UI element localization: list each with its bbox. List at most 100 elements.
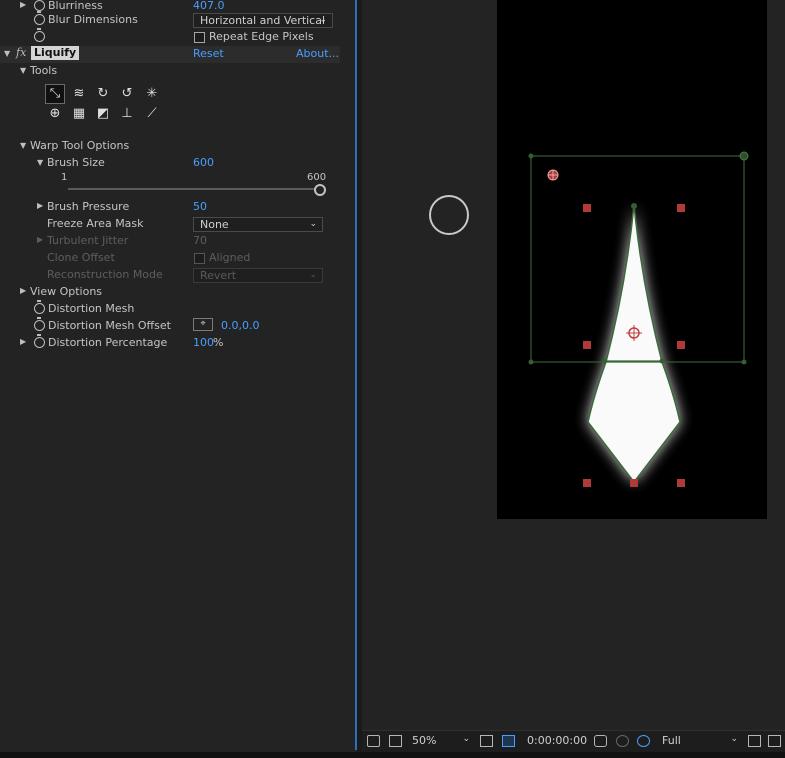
turbulent-jitter-label: Turbulent Jitter bbox=[47, 234, 129, 247]
reset-link[interactable]: Reset bbox=[193, 47, 224, 60]
slider-min-label: 1 bbox=[61, 172, 68, 183]
warp-tool-icon[interactable]: ⤡ bbox=[45, 84, 65, 104]
transparency-grid-icon[interactable] bbox=[502, 735, 515, 747]
blur-dimensions-row: Blur Dimensions Horizontal and Vertical … bbox=[0, 11, 340, 29]
timecode[interactable]: 0:00:00:00 bbox=[527, 734, 587, 747]
viewer-overlay[interactable] bbox=[362, 0, 785, 730]
expand-triangle-icon[interactable]: ▶ bbox=[20, 0, 26, 9]
brush-pressure-label: Brush Pressure bbox=[47, 200, 130, 213]
expand-triangle-icon[interactable]: ▶ bbox=[37, 201, 43, 210]
path-vertex[interactable] bbox=[631, 203, 637, 209]
pucker-tool-icon[interactable]: ✳ bbox=[143, 85, 161, 103]
freeze-area-mask-value: None bbox=[200, 218, 229, 231]
freeze-area-mask-dropdown[interactable]: None ⌄ bbox=[193, 217, 323, 232]
camera-snapshot-icon[interactable] bbox=[594, 735, 607, 747]
bbox-handle[interactable] bbox=[528, 153, 534, 159]
always-preview-icon[interactable] bbox=[367, 735, 380, 747]
bbox-handle[interactable] bbox=[528, 359, 534, 365]
monitor-icon[interactable] bbox=[389, 735, 402, 747]
shift-pixels-tool-icon[interactable]: ▦ bbox=[70, 105, 88, 123]
distortion-percentage-value[interactable]: 100 bbox=[193, 336, 214, 349]
expand-triangle-icon: ▶ bbox=[37, 235, 44, 244]
path-vertex[interactable] bbox=[601, 358, 607, 364]
stopwatch-icon[interactable] bbox=[34, 317, 45, 331]
clone-offset-row: Clone Offset Aligned bbox=[0, 250, 340, 267]
stopwatch-icon[interactable] bbox=[34, 334, 45, 348]
brush-size-value[interactable]: 600 bbox=[193, 156, 214, 169]
mask-path[interactable] bbox=[587, 204, 681, 484]
fx-icon[interactable]: fx bbox=[16, 46, 26, 59]
twirl-clockwise-tool-icon[interactable]: ↻ bbox=[94, 85, 112, 103]
resolution-value: Full bbox=[662, 734, 681, 747]
show-snapshot-icon[interactable] bbox=[616, 735, 629, 747]
distortion-mesh-offset-label: Distortion Mesh Offset bbox=[48, 319, 171, 332]
twirl-counterclockwise-tool-icon[interactable]: ↺ bbox=[118, 85, 136, 103]
blurriness-label: Blurriness bbox=[48, 0, 103, 12]
repeat-edge-checkbox[interactable] bbox=[194, 32, 205, 43]
aligned-checkbox bbox=[194, 253, 205, 264]
fit-frame-icon[interactable] bbox=[480, 735, 493, 747]
chevron-down-icon: ⌄ bbox=[309, 219, 317, 229]
viewer-toolbar: 50% ⌄ 0:00:00:00 Full ⌄ bbox=[362, 730, 785, 753]
region-of-interest-icon[interactable] bbox=[748, 735, 761, 747]
brush-pressure-value[interactable]: 50 bbox=[193, 200, 207, 213]
brush-cursor-circle bbox=[429, 195, 469, 235]
slider-max-label: 600 bbox=[307, 172, 327, 183]
turbulent-jitter-row: ▶ Turbulent Jitter 70 bbox=[0, 233, 340, 250]
freeze-area-mask-label: Freeze Area Mask bbox=[47, 217, 144, 230]
collapse-triangle-icon[interactable]: ▼ bbox=[4, 49, 10, 58]
clone-tool-icon[interactable]: ⊥ bbox=[118, 105, 136, 123]
brush-size-slider-track[interactable] bbox=[68, 188, 320, 190]
reflection-tool-icon[interactable]: ◩ bbox=[94, 105, 112, 123]
bbox-handle[interactable] bbox=[739, 151, 749, 161]
stopwatch-icon[interactable] bbox=[34, 28, 45, 42]
effect-name[interactable]: Liquify bbox=[31, 46, 80, 60]
turbulent-jitter-value: 70 bbox=[193, 234, 207, 247]
mask-handle[interactable] bbox=[583, 204, 591, 212]
stopwatch-icon[interactable] bbox=[34, 11, 45, 25]
reconstruction-mode-value: Revert bbox=[200, 269, 237, 282]
collapse-triangle-icon[interactable]: ▼ bbox=[37, 158, 43, 167]
mask-handle[interactable] bbox=[583, 479, 591, 487]
about-link[interactable]: About... bbox=[296, 47, 339, 60]
collapse-triangle-icon[interactable]: ▼ bbox=[20, 66, 26, 75]
distortion-mesh-offset-value[interactable]: 0.0,0.0 bbox=[221, 319, 259, 332]
zoom-value: 50% bbox=[412, 734, 437, 747]
expand-triangle-icon[interactable]: ▶ bbox=[20, 286, 26, 295]
blurriness-value[interactable]: 407.0 bbox=[193, 0, 225, 12]
zoom-dropdown[interactable]: 50% ⌄ bbox=[410, 734, 470, 749]
expand-triangle-icon[interactable]: ▶ bbox=[20, 337, 26, 346]
chevron-down-icon: ⌄ bbox=[730, 734, 738, 744]
mask-handle[interactable] bbox=[630, 479, 638, 487]
bloat-tool-icon[interactable]: ⊕ bbox=[46, 105, 64, 123]
aligned-label: Aligned bbox=[209, 251, 251, 264]
reconstruction-tool-icon[interactable]: ⟋ bbox=[143, 105, 161, 123]
stopwatch-icon[interactable] bbox=[34, 0, 45, 11]
warp-tool-options-row: ▼ Warp Tool Options bbox=[0, 138, 340, 155]
collapse-triangle-icon[interactable]: ▼ bbox=[20, 141, 26, 150]
color-channels-icon[interactable] bbox=[637, 735, 650, 747]
mask-handle[interactable] bbox=[677, 479, 685, 487]
effect-controls-panel: ▶ Blurriness 407.0 Blur Dimensions Horiz… bbox=[0, 0, 357, 750]
repeat-edge-label: Repeat Edge Pixels bbox=[209, 30, 314, 43]
chevron-down-icon: ⌄ bbox=[462, 734, 470, 744]
resolution-dropdown[interactable]: Full ⌄ bbox=[658, 734, 738, 749]
blur-dimensions-dropdown[interactable]: Horizontal and Vertical ⌄ bbox=[193, 13, 333, 28]
reconstruction-mode-dropdown: Revert ⌄ bbox=[193, 268, 323, 283]
chevron-down-icon: ⌄ bbox=[319, 15, 327, 25]
mask-handle[interactable] bbox=[677, 341, 685, 349]
bbox-handle[interactable] bbox=[741, 359, 747, 365]
brush-size-slider-handle[interactable] bbox=[314, 184, 326, 196]
repeat-edge-row: Repeat Edge Pixels bbox=[0, 28, 340, 46]
path-vertex[interactable] bbox=[659, 358, 665, 364]
brush-size-row: ▼ Brush Size 600 bbox=[0, 155, 340, 172]
toggle-grid-icon[interactable] bbox=[768, 735, 781, 747]
mask-handle[interactable] bbox=[677, 204, 685, 212]
brush-size-label: Brush Size bbox=[47, 156, 105, 169]
clone-offset-label: Clone Offset bbox=[47, 251, 115, 264]
turbulence-tool-icon[interactable]: ≋ bbox=[70, 85, 88, 103]
stopwatch-icon[interactable] bbox=[34, 300, 45, 314]
blur-dimensions-label: Blur Dimensions bbox=[48, 13, 138, 26]
mask-handle[interactable] bbox=[583, 341, 591, 349]
crosshair-icon[interactable]: ⌖ bbox=[193, 318, 213, 331]
